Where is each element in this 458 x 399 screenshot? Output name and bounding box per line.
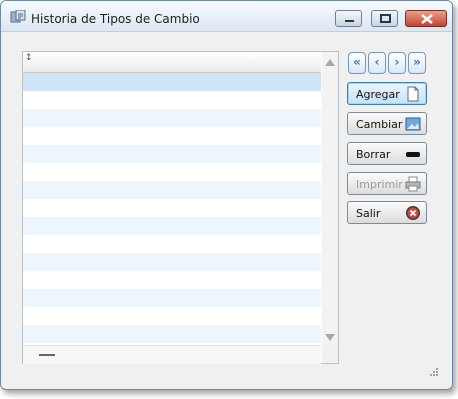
table-row[interactable] — [23, 163, 321, 181]
last-record-button[interactable]: » — [408, 52, 426, 74]
app-icon — [10, 10, 26, 23]
table-row[interactable] — [23, 109, 321, 127]
new-document-icon — [407, 86, 419, 102]
prev-record-button[interactable]: ‹ — [368, 52, 386, 74]
scroll-up-icon[interactable] — [325, 59, 335, 66]
print-button[interactable]: Imprimir — [347, 172, 427, 195]
table-row[interactable] — [23, 145, 321, 163]
window-title: Historia de Tipos de Cambio — [31, 12, 200, 26]
table-row[interactable] — [23, 217, 321, 235]
exit-label: Salir — [356, 207, 381, 220]
first-record-button[interactable]: « — [348, 52, 366, 74]
maximize-icon — [380, 14, 391, 23]
scroll-thumb[interactable] — [39, 354, 55, 356]
next-record-button[interactable]: › — [388, 52, 406, 74]
table-row[interactable] — [23, 235, 321, 253]
change-button[interactable]: Cambiar — [347, 112, 427, 135]
exit-icon — [406, 206, 420, 220]
grid-rows — [23, 73, 321, 361]
table-row[interactable] — [23, 307, 321, 325]
first-icon: « — [353, 55, 361, 69]
title-bar: Historia de Tipos de Cambio — [1, 1, 452, 32]
add-button[interactable]: Agregar — [347, 82, 427, 105]
close-button[interactable] — [405, 10, 447, 27]
last-icon: » — [413, 55, 421, 69]
print-label: Imprimir — [356, 178, 403, 191]
vertical-scrollbar[interactable] — [322, 52, 338, 345]
minimize-icon — [345, 20, 354, 22]
data-grid[interactable]: ↕ — [22, 51, 339, 364]
change-label: Cambiar — [356, 118, 403, 131]
table-row[interactable] — [23, 181, 321, 199]
table-row[interactable] — [23, 73, 321, 91]
resize-grip-icon[interactable] — [427, 367, 439, 379]
exit-button[interactable]: Salir — [347, 201, 427, 224]
next-icon: › — [394, 55, 400, 69]
prev-icon: ‹ — [374, 55, 380, 69]
delete-label: Borrar — [356, 148, 391, 161]
main-window: Historia de Tipos de Cambio ↕ « ‹ › » Ag… — [0, 0, 453, 390]
table-row[interactable] — [23, 127, 321, 145]
table-row[interactable] — [23, 271, 321, 289]
table-row[interactable] — [23, 289, 321, 307]
add-label: Agregar — [356, 88, 400, 101]
scroll-down-icon[interactable] — [325, 334, 335, 341]
maximize-button[interactable] — [371, 10, 398, 27]
minimize-button[interactable] — [335, 10, 362, 27]
table-row[interactable] — [23, 199, 321, 217]
table-row[interactable] — [23, 253, 321, 271]
sort-icon[interactable]: ↕ — [25, 53, 33, 63]
minus-icon — [406, 152, 420, 157]
edit-image-icon — [405, 117, 421, 131]
scrollbar-corner — [322, 345, 338, 363]
close-icon — [421, 14, 433, 24]
table-row[interactable] — [23, 91, 321, 109]
grid-header[interactable]: ↕ — [23, 52, 321, 73]
delete-button[interactable]: Borrar — [347, 142, 427, 165]
table-row[interactable] — [23, 325, 321, 343]
printer-icon — [405, 176, 421, 192]
horizontal-scrollbar[interactable] — [23, 345, 321, 364]
